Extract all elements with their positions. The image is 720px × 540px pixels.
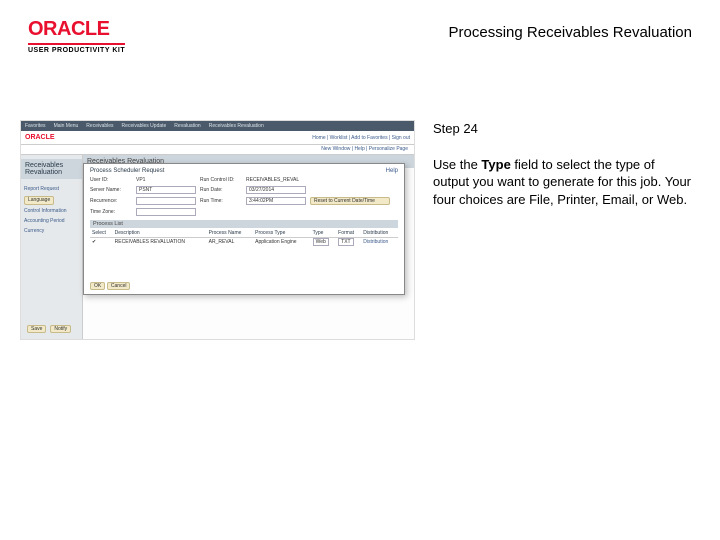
page-title: Processing Receivables Revaluation bbox=[449, 18, 692, 41]
ss-page-title: Receivables Revaluation bbox=[21, 159, 82, 179]
ss-nav-item: Receivables Revaluation bbox=[209, 123, 264, 129]
ss-left-item: Report Request bbox=[24, 186, 79, 193]
reset-button: Reset to Current Date/Time bbox=[310, 197, 390, 205]
ss-nav: Favorites Main Menu Receivables Receivab… bbox=[21, 121, 414, 131]
th-type: Type bbox=[311, 229, 337, 238]
upk-label: USER PRODUCTIVITY KIT bbox=[28, 43, 125, 54]
oracle-logo: ORACLE bbox=[28, 18, 125, 41]
runctl-label: Run Control ID: bbox=[200, 177, 242, 183]
tz-input bbox=[136, 208, 196, 216]
embedded-screenshot: Favorites Main Menu Receivables Receivab… bbox=[20, 120, 415, 340]
ss-left-item: Control Information bbox=[24, 208, 79, 215]
th-ptype: Process Type bbox=[253, 229, 310, 238]
ss-footer: Save Notify bbox=[27, 325, 71, 333]
instruction-panel: Step 24 Use the Type field to select the… bbox=[433, 120, 692, 340]
server-label: Server Name: bbox=[90, 187, 132, 193]
ss-brand-links: Home | Worklist | Add to Favorites | Sig… bbox=[312, 135, 410, 141]
instruction-body: Use the Type field to select the type of… bbox=[433, 156, 692, 209]
cell-pname: AR_REVAL bbox=[207, 238, 254, 247]
rundate-input: 03/27/2014 bbox=[246, 186, 306, 194]
th-pname: Process Name bbox=[207, 229, 254, 238]
oracle-logo-block: ORACLE USER PRODUCTIVITY KIT bbox=[28, 18, 125, 54]
th-format: Format bbox=[336, 229, 361, 238]
cell-desc: RECEIVABLES REVALUATION bbox=[113, 238, 207, 247]
ss-left-panel: Receivables Revaluation Report Request L… bbox=[21, 155, 83, 339]
runctl-value: RECEIVABLES_REVAL bbox=[246, 177, 390, 183]
cell-dist: Distribution bbox=[361, 238, 398, 247]
ss-brand-bar: ORACLE Home | Worklist | Add to Favorite… bbox=[21, 131, 414, 145]
user-value: VP1 bbox=[136, 177, 196, 183]
cell-ptype: Application Engine bbox=[253, 238, 310, 247]
ss-left-item: Language bbox=[24, 196, 54, 205]
cancel-button: Cancel bbox=[107, 282, 131, 290]
tz-label: Time Zone: bbox=[90, 209, 132, 215]
ss-oracle-logo: ORACLE bbox=[25, 134, 55, 141]
notify-button: Notify bbox=[50, 325, 71, 333]
format-dropdown: TXT bbox=[338, 238, 353, 246]
runtime-label: Run Time: bbox=[200, 198, 242, 204]
cell-select: ✔ bbox=[90, 238, 113, 247]
ss-left-item: Accounting Period bbox=[24, 218, 79, 225]
runtime-input: 3:44:02PM bbox=[246, 197, 306, 205]
th-select: Select bbox=[90, 229, 113, 238]
ss-sub-links: New Window | Help | Personalize Page bbox=[21, 145, 414, 155]
rundate-label: Run Date: bbox=[200, 187, 242, 193]
ss-nav-item: Receivables bbox=[86, 123, 113, 129]
process-list-table: Select Description Process Name Process … bbox=[90, 229, 398, 246]
th-dist: Distribution bbox=[361, 229, 398, 238]
save-button: Save bbox=[27, 325, 46, 333]
process-scheduler-modal: Process Scheduler Request Help User ID: … bbox=[83, 163, 405, 295]
table-row: ✔ RECEIVABLES REVALUATION AR_REVAL Appli… bbox=[90, 238, 398, 247]
ss-nav-item: Favorites bbox=[25, 123, 46, 129]
recur-input bbox=[136, 197, 196, 205]
ss-nav-item: Main Menu bbox=[54, 123, 79, 129]
server-input: PSNT bbox=[136, 186, 196, 194]
modal-title: Process Scheduler Request bbox=[90, 168, 164, 174]
ok-button: OK bbox=[90, 282, 105, 290]
th-desc: Description bbox=[113, 229, 207, 238]
step-label: Step 24 bbox=[433, 120, 692, 138]
modal-help-link: Help bbox=[386, 168, 398, 174]
process-list-section: Process List bbox=[90, 220, 398, 228]
ss-nav-item: Receivables Update bbox=[122, 123, 167, 129]
recur-label: Recurrence: bbox=[90, 198, 132, 204]
user-label: User ID: bbox=[90, 177, 132, 183]
type-dropdown: Web bbox=[313, 238, 329, 246]
ss-left-item: Currency bbox=[24, 228, 79, 235]
ss-nav-item: Revaluation bbox=[174, 123, 200, 129]
